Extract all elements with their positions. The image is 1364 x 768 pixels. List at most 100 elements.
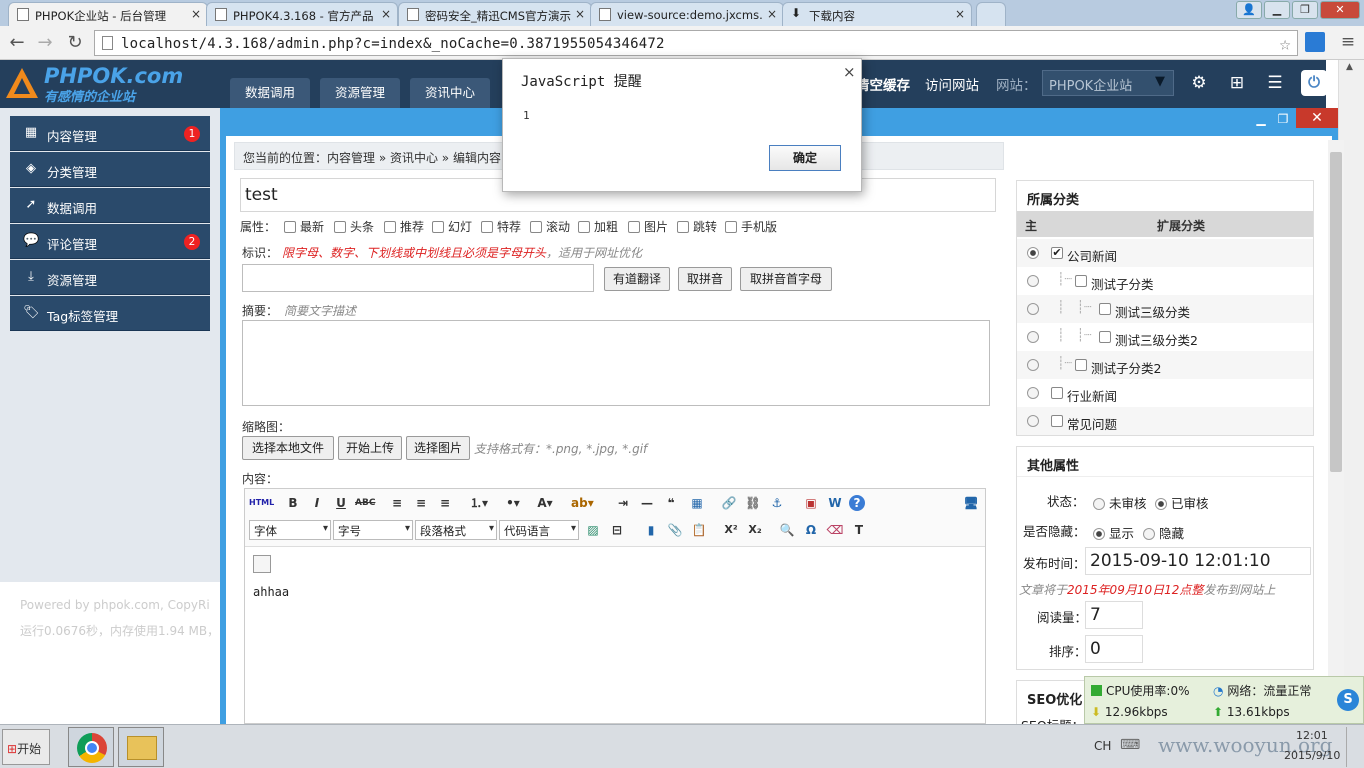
chrome-taskbar-button[interactable] (68, 727, 114, 767)
choose-image-button[interactable]: 选择图片 (406, 436, 470, 460)
align-center-icon[interactable]: ≡ (411, 493, 431, 513)
status-reviewed-radio[interactable]: 已审核 (1155, 493, 1209, 512)
font-color-icon[interactable]: A▾ (535, 493, 555, 513)
link-icon[interactable]: 🔗 (719, 493, 739, 513)
status-unreviewed-radio[interactable]: 未审核 (1093, 493, 1147, 512)
forward-icon[interactable]: → (34, 32, 56, 54)
ordered-list-icon[interactable]: ⒈▾ (469, 493, 489, 513)
align-left-icon[interactable]: ≡ (387, 493, 407, 513)
word-paste-icon[interactable]: W (825, 493, 845, 513)
image-manager-icon[interactable]: ▣ (801, 493, 821, 513)
identifier-input[interactable] (242, 264, 594, 292)
dialog-ok-button[interactable]: 确定 (769, 145, 841, 171)
logout-power-icon[interactable]: ⏻ (1301, 70, 1327, 96)
italic-icon[interactable]: I (307, 493, 327, 513)
ext-category-checkbox[interactable] (1051, 387, 1063, 399)
main-category-radio[interactable] (1027, 387, 1039, 399)
attr-checkbox[interactable]: 滚动 (530, 218, 570, 235)
attr-checkbox[interactable]: 特荐 (481, 218, 521, 235)
main-category-radio[interactable] (1027, 359, 1039, 371)
visit-site-link[interactable]: 访问网站 (925, 74, 979, 94)
choose-local-file-button[interactable]: 选择本地文件 (242, 436, 334, 460)
summary-textarea[interactable] (242, 320, 990, 406)
tab-close-icon[interactable]: × (955, 7, 965, 21)
paste-text-icon[interactable]: T (849, 520, 869, 540)
restore-icon[interactable]: ❐ (1292, 1, 1318, 19)
skype-icon[interactable]: S (1337, 689, 1359, 711)
sidebar-item-comments[interactable]: 💬 评论管理 2 (10, 224, 210, 259)
align-right-icon[interactable]: ≡ (435, 493, 455, 513)
tab-close-icon[interactable]: × (381, 7, 391, 21)
frame-restore-icon[interactable]: ❐ (1272, 110, 1294, 128)
dialog-close-icon[interactable]: × (843, 63, 856, 81)
list-icon[interactable]: ☰ (1264, 72, 1286, 94)
category-row[interactable]: 行业新闻 (1017, 379, 1313, 407)
bold-icon[interactable]: B (283, 493, 303, 513)
content-scroll-thumb[interactable] (1330, 152, 1342, 472)
unlink-icon[interactable]: ⛓ (743, 493, 763, 513)
tab-view-source[interactable]: view-source:demo.jxcms. × (590, 2, 784, 26)
keyboard-icon[interactable]: ⌨ (1120, 737, 1140, 753)
minimize-icon[interactable]: ▁ (1264, 1, 1290, 19)
bookmark-star-icon[interactable]: ☆ (1279, 33, 1291, 55)
strikethrough-icon[interactable]: ABC (355, 493, 375, 513)
broken-image[interactable] (253, 555, 271, 573)
font-size-select[interactable]: 字号 (333, 520, 413, 540)
nav-data-call[interactable]: 数据调用 (230, 78, 310, 108)
attr-checkbox[interactable]: 最新 (284, 218, 324, 235)
ext-category-checkbox[interactable] (1099, 303, 1111, 315)
subscript-icon[interactable]: X₂ (745, 520, 765, 540)
tab-close-icon[interactable]: × (191, 7, 201, 21)
category-row[interactable]: 常见问题 (1017, 407, 1313, 435)
help-icon[interactable]: ? (849, 495, 865, 511)
show-radio[interactable]: 显示 (1093, 523, 1134, 542)
frame-close-icon[interactable]: ✕ (1296, 108, 1338, 128)
main-category-radio[interactable] (1027, 247, 1039, 259)
main-category-radio[interactable] (1027, 275, 1039, 287)
attr-checkbox[interactable]: 推荐 (384, 218, 424, 235)
gear-icon[interactable]: ⚙ (1188, 72, 1210, 94)
hide-radio[interactable]: 隐藏 (1143, 523, 1184, 542)
category-row[interactable]: ┊┈ 测试子分类2 (1017, 351, 1313, 379)
clear-cache-link[interactable]: 清空缓存 (856, 74, 910, 94)
pinyin-button[interactable]: 取拼音 (678, 267, 732, 291)
fullscreen-icon[interactable]: 🖥 (961, 493, 981, 513)
scroll-up-icon[interactable]: ▲ (1346, 62, 1353, 72)
ext-category-checkbox[interactable] (1099, 331, 1111, 343)
windows-icon[interactable]: ⊞ (1226, 72, 1248, 94)
sidebar-item-data-call[interactable]: ➚ 数据调用 (10, 188, 210, 223)
nav-resource[interactable]: 资源管理 (320, 78, 400, 108)
start-upload-button[interactable]: 开始上传 (338, 436, 402, 460)
video-icon[interactable]: ▮ (641, 520, 661, 540)
reload-icon[interactable]: ↻ (64, 32, 86, 54)
indent-icon[interactable]: ⇥ (613, 493, 633, 513)
frame-minimize-icon[interactable]: ▁ (1250, 110, 1272, 128)
category-row[interactable]: ┊ ┊┈ 测试三级分类 (1017, 295, 1313, 323)
tab-admin[interactable]: PHPOK企业站 - 后台管理 × (8, 2, 208, 26)
page-break-icon[interactable]: ⊟ (607, 520, 627, 540)
main-category-radio[interactable] (1027, 331, 1039, 343)
category-row[interactable]: ✔ 公司新闻 (1017, 239, 1313, 267)
back-icon[interactable]: ← (6, 32, 28, 54)
pinyin-initials-button[interactable]: 取拼音首字母 (740, 267, 832, 291)
user-icon[interactable]: 👤 (1236, 1, 1262, 19)
blockquote-icon[interactable]: ❝ (661, 493, 681, 513)
new-tab-button[interactable] (976, 2, 1006, 26)
clipboard-icon[interactable]: 📋 (689, 520, 709, 540)
sidebar-item-content[interactable]: ▦ 内容管理 1 (10, 116, 210, 151)
superscript-icon[interactable]: X² (721, 520, 741, 540)
highlight-color-icon[interactable]: ab▾ (571, 493, 594, 513)
category-row[interactable]: ┊ ┊┈ 测试三级分类2 (1017, 323, 1313, 351)
tab-close-icon[interactable]: × (767, 7, 777, 21)
ext-category-checkbox[interactable] (1075, 359, 1087, 371)
tab-close-icon[interactable]: × (575, 7, 585, 21)
attr-checkbox[interactable]: 幻灯 (432, 218, 472, 235)
paragraph-format-select[interactable]: 段落格式 (415, 520, 497, 540)
tab-downloads[interactable]: ⬇ 下载内容 × (782, 2, 972, 26)
views-input[interactable]: 7 (1085, 601, 1143, 629)
editor-body-text[interactable]: ahhaa (253, 585, 289, 599)
find-replace-icon[interactable]: 🔍 (777, 520, 797, 540)
site-select[interactable]: PHPOK企业站 ▼ (1042, 70, 1174, 96)
eraser-icon[interactable]: ⌫ (825, 520, 845, 540)
sidebar-item-tags[interactable]: 🏷 Tag标签管理 (10, 296, 210, 331)
